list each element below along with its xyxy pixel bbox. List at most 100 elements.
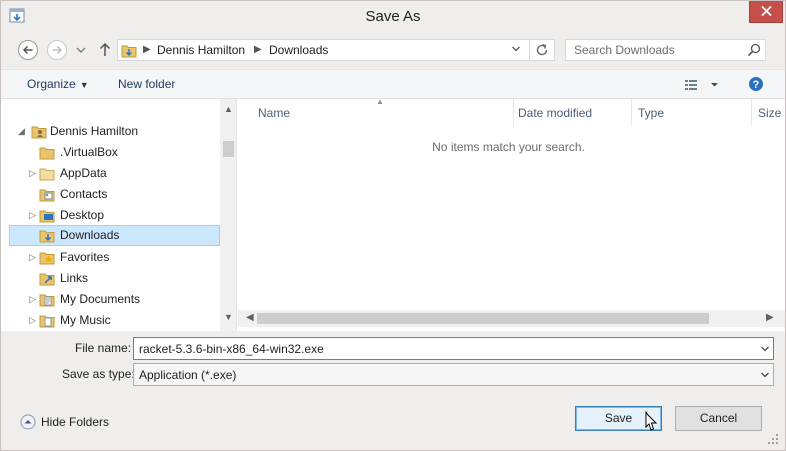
column-header-type[interactable]: Type — [632, 99, 751, 126]
help-icon: ? — [749, 77, 763, 91]
scrollbar-thumb[interactable] — [223, 141, 234, 157]
resize-grip-icon[interactable] — [767, 433, 779, 448]
scroll-right-icon[interactable]: ▶ — [766, 312, 774, 323]
recent-locations-button[interactable] — [74, 38, 88, 62]
chevron-down-icon — [711, 83, 718, 87]
folder-icon — [39, 145, 55, 164]
mouse-pointer-icon — [641, 410, 661, 440]
expand-arrow-icon[interactable]: ▷ — [29, 252, 36, 263]
new-folder-button[interactable]: New folder — [118, 77, 175, 91]
tree-item-label: My Documents — [60, 292, 141, 306]
close-button[interactable] — [749, 1, 783, 23]
column-label: Name — [258, 106, 291, 120]
column-header-name[interactable]: ▲ Name — [238, 99, 513, 126]
search-icon[interactable] — [747, 43, 761, 60]
tree-item-my-music[interactable]: ▷ My Music — [9, 310, 220, 331]
tree-item-my-documents[interactable]: ▷ My Documents — [9, 289, 220, 310]
search-input[interactable] — [566, 40, 741, 60]
tree-item-appdata[interactable]: ▷ AppData — [9, 163, 220, 184]
details-view-icon — [685, 80, 697, 90]
folder-icon — [39, 166, 55, 185]
favorites-folder-icon — [39, 250, 55, 269]
tree-item-downloads[interactable]: Downloads — [9, 225, 220, 246]
tree-item-label: Contacts — [60, 187, 108, 201]
search-box[interactable] — [565, 39, 766, 61]
file-name-input[interactable] — [134, 338, 754, 359]
column-header-size[interactable]: Size — [752, 99, 785, 126]
browser-area: ◢ Dennis Hamilton .VirtualBox ▷ AppData — [1, 99, 785, 331]
tree-item-label: Desktop — [60, 208, 105, 222]
file-name-combobox[interactable] — [133, 337, 774, 360]
downloads-folder-icon — [39, 228, 55, 247]
scroll-up-icon[interactable]: ▲ — [224, 104, 233, 114]
file-list-pane: ▲ Name Date modified Type Size No items … — [238, 99, 785, 331]
title-bar: Save As — [1, 1, 785, 31]
address-separator — [529, 40, 530, 60]
empty-folder-message: No items match your search. — [432, 140, 585, 154]
tree-item-label: Links — [60, 271, 89, 285]
address-bar[interactable]: ▶ Dennis Hamilton ▶ Downloads — [117, 39, 555, 61]
dialog-footer: Hide Folders Save Cancel — [1, 391, 785, 450]
address-dropdown-icon[interactable] — [511, 44, 521, 57]
organize-button[interactable]: Organize ▼ — [27, 77, 89, 91]
help-button[interactable]: ? — [748, 76, 764, 92]
sort-ascending-icon: ▲ — [376, 99, 384, 106]
collapse-arrow-icon[interactable]: ◢ — [18, 126, 25, 137]
file-name-label: File name: — [75, 341, 132, 355]
expand-arrow-icon[interactable]: ▷ — [29, 168, 36, 179]
organize-label: Organize — [27, 77, 76, 91]
expand-arrow-icon[interactable]: ▷ — [29, 210, 36, 221]
forward-arrow-icon — [47, 40, 67, 60]
navigation-bar: ▶ Dennis Hamilton ▶ Downloads — [1, 31, 785, 69]
tree-item-links[interactable]: Links — [9, 268, 220, 289]
svg-text:?: ? — [753, 79, 760, 91]
change-view-button[interactable] — [683, 77, 723, 93]
documents-folder-icon — [39, 292, 55, 311]
tree-item-favorites[interactable]: ▷ Favorites — [9, 247, 220, 268]
column-label: Type — [638, 106, 665, 120]
scroll-down-icon[interactable]: ▼ — [224, 312, 233, 322]
refresh-icon — [536, 43, 548, 56]
back-button[interactable] — [16, 38, 40, 62]
tree-item-virtualbox[interactable]: .VirtualBox — [9, 142, 220, 163]
tree-item-label: Downloads — [60, 228, 120, 242]
expand-arrow-icon[interactable]: ▷ — [29, 294, 36, 305]
downloads-folder-icon — [121, 43, 137, 61]
column-header-date-modified[interactable]: Date modified — [514, 99, 631, 126]
save-as-dialog: Save As ▶ Dennis Hamilton ▶ Downloads Se… — [0, 0, 786, 451]
up-arrow-icon — [99, 42, 111, 56]
forward-button[interactable] — [45, 38, 69, 62]
scrollbar-thumb[interactable] — [257, 313, 709, 324]
save-as-type-select[interactable]: Application (*.exe) — [133, 363, 774, 386]
column-label: Size — [758, 106, 782, 120]
tree-item-dennis-hamilton[interactable]: ◢ Dennis Hamilton — [9, 121, 220, 142]
tree-item-label: .VirtualBox — [60, 145, 118, 159]
file-list-horizontal-scrollbar[interactable]: ◀ ▶ — [238, 310, 785, 327]
save-as-type-value: Application (*.exe) — [139, 368, 237, 382]
scroll-left-icon[interactable]: ◀ — [246, 312, 254, 323]
up-button[interactable] — [93, 38, 117, 62]
chevron-down-icon: ▼ — [79, 80, 89, 90]
breadcrumb-dennis-hamilton[interactable]: Dennis Hamilton — [157, 43, 245, 57]
breadcrumb-separator-icon[interactable]: ▶ — [143, 44, 151, 55]
breadcrumb-downloads[interactable]: Downloads — [269, 43, 328, 57]
contacts-folder-icon — [39, 187, 55, 206]
user-folder-icon — [31, 124, 47, 143]
chevron-down-icon — [76, 47, 86, 53]
expand-arrow-icon[interactable]: ▷ — [29, 315, 36, 326]
chevron-down-icon[interactable] — [760, 370, 770, 382]
command-toolbar: Organize ▼ New folder ? — [1, 69, 785, 99]
tree-item-label: Dennis Hamilton — [50, 124, 139, 138]
column-label: Date modified — [518, 106, 593, 120]
tree-item-contacts[interactable]: Contacts — [9, 184, 220, 205]
refresh-button[interactable] — [532, 41, 552, 59]
back-arrow-icon — [18, 40, 38, 60]
tree-item-label: AppData — [60, 166, 107, 180]
tree-item-desktop[interactable]: ▷ Desktop — [9, 205, 220, 226]
tree-item-label: Favorites — [60, 250, 110, 264]
cancel-button[interactable]: Cancel — [675, 406, 762, 431]
navigation-pane-scrollbar[interactable]: ▲ ▼ — [220, 99, 236, 331]
hide-folders-label: Hide Folders — [41, 415, 110, 429]
breadcrumb-separator-icon[interactable]: ▶ — [254, 44, 262, 55]
chevron-down-icon[interactable] — [760, 344, 770, 356]
